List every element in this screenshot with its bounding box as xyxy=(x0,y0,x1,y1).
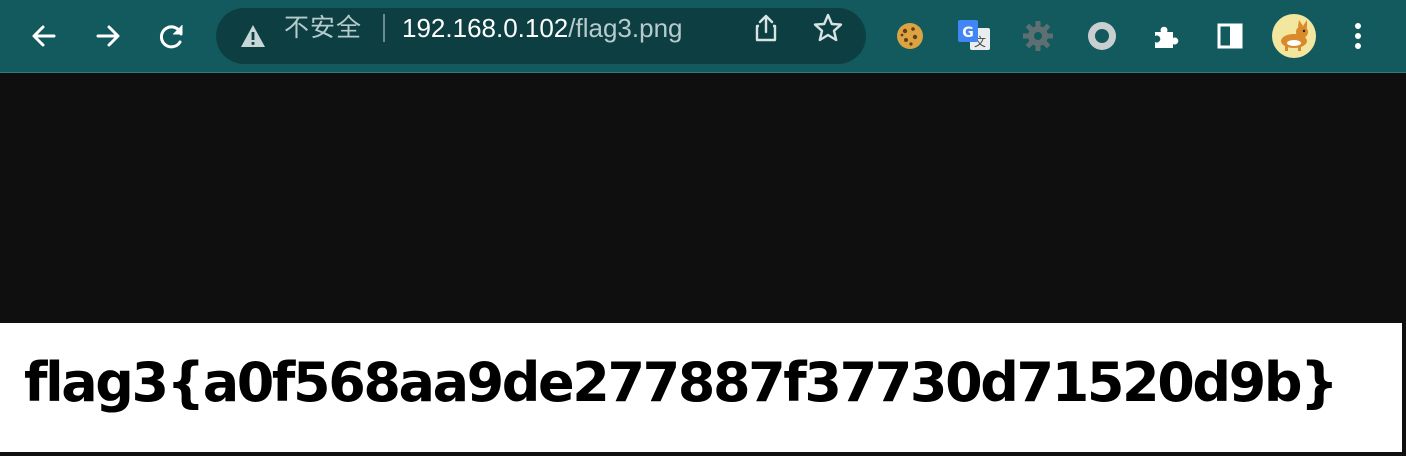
url-path: /flag3.png xyxy=(568,13,683,43)
reload-icon xyxy=(159,25,183,49)
flag-text: flag3{a0f568aa9de277887f37730d71520d9b} xyxy=(24,351,1339,414)
warning-icon[interactable] xyxy=(240,24,266,48)
puzzle-icon[interactable] xyxy=(1146,16,1186,56)
forward-button[interactable] xyxy=(80,8,136,64)
google-translate-icon[interactable]: 文 G xyxy=(954,16,994,56)
arrow-right-icon xyxy=(96,25,120,47)
bookmark-star-icon[interactable] xyxy=(812,12,844,44)
svg-text:G: G xyxy=(962,25,974,41)
gear-extension-icon[interactable] xyxy=(1018,16,1058,56)
url-text[interactable]: 192.168.0.102/flag3.png xyxy=(402,0,683,56)
back-button[interactable] xyxy=(16,8,72,64)
arrow-left-icon xyxy=(32,25,56,47)
url-host: 192.168.0.102 xyxy=(402,13,569,43)
cookie-extension-icon[interactable] xyxy=(890,16,930,56)
flag-image: flag3{a0f568aa9de277887f37730d71520d9b} xyxy=(0,323,1402,456)
side-panel-icon[interactable] xyxy=(1210,16,1250,56)
page-viewport: flag3{a0f568aa9de277887f37730d71520d9b} xyxy=(0,74,1406,456)
reload-button[interactable] xyxy=(144,8,200,64)
security-label[interactable]: 不安全 xyxy=(284,0,362,56)
profile-avatar[interactable] xyxy=(1272,14,1316,58)
share-icon[interactable] xyxy=(750,12,782,44)
circle-extension-icon[interactable] xyxy=(1082,16,1122,56)
browser-toolbar: 不安全 192.168.0.102/flag3.png 文 G xyxy=(0,0,1406,73)
omnibox-separator xyxy=(383,14,385,42)
menu-kebab-icon[interactable] xyxy=(1338,16,1378,56)
